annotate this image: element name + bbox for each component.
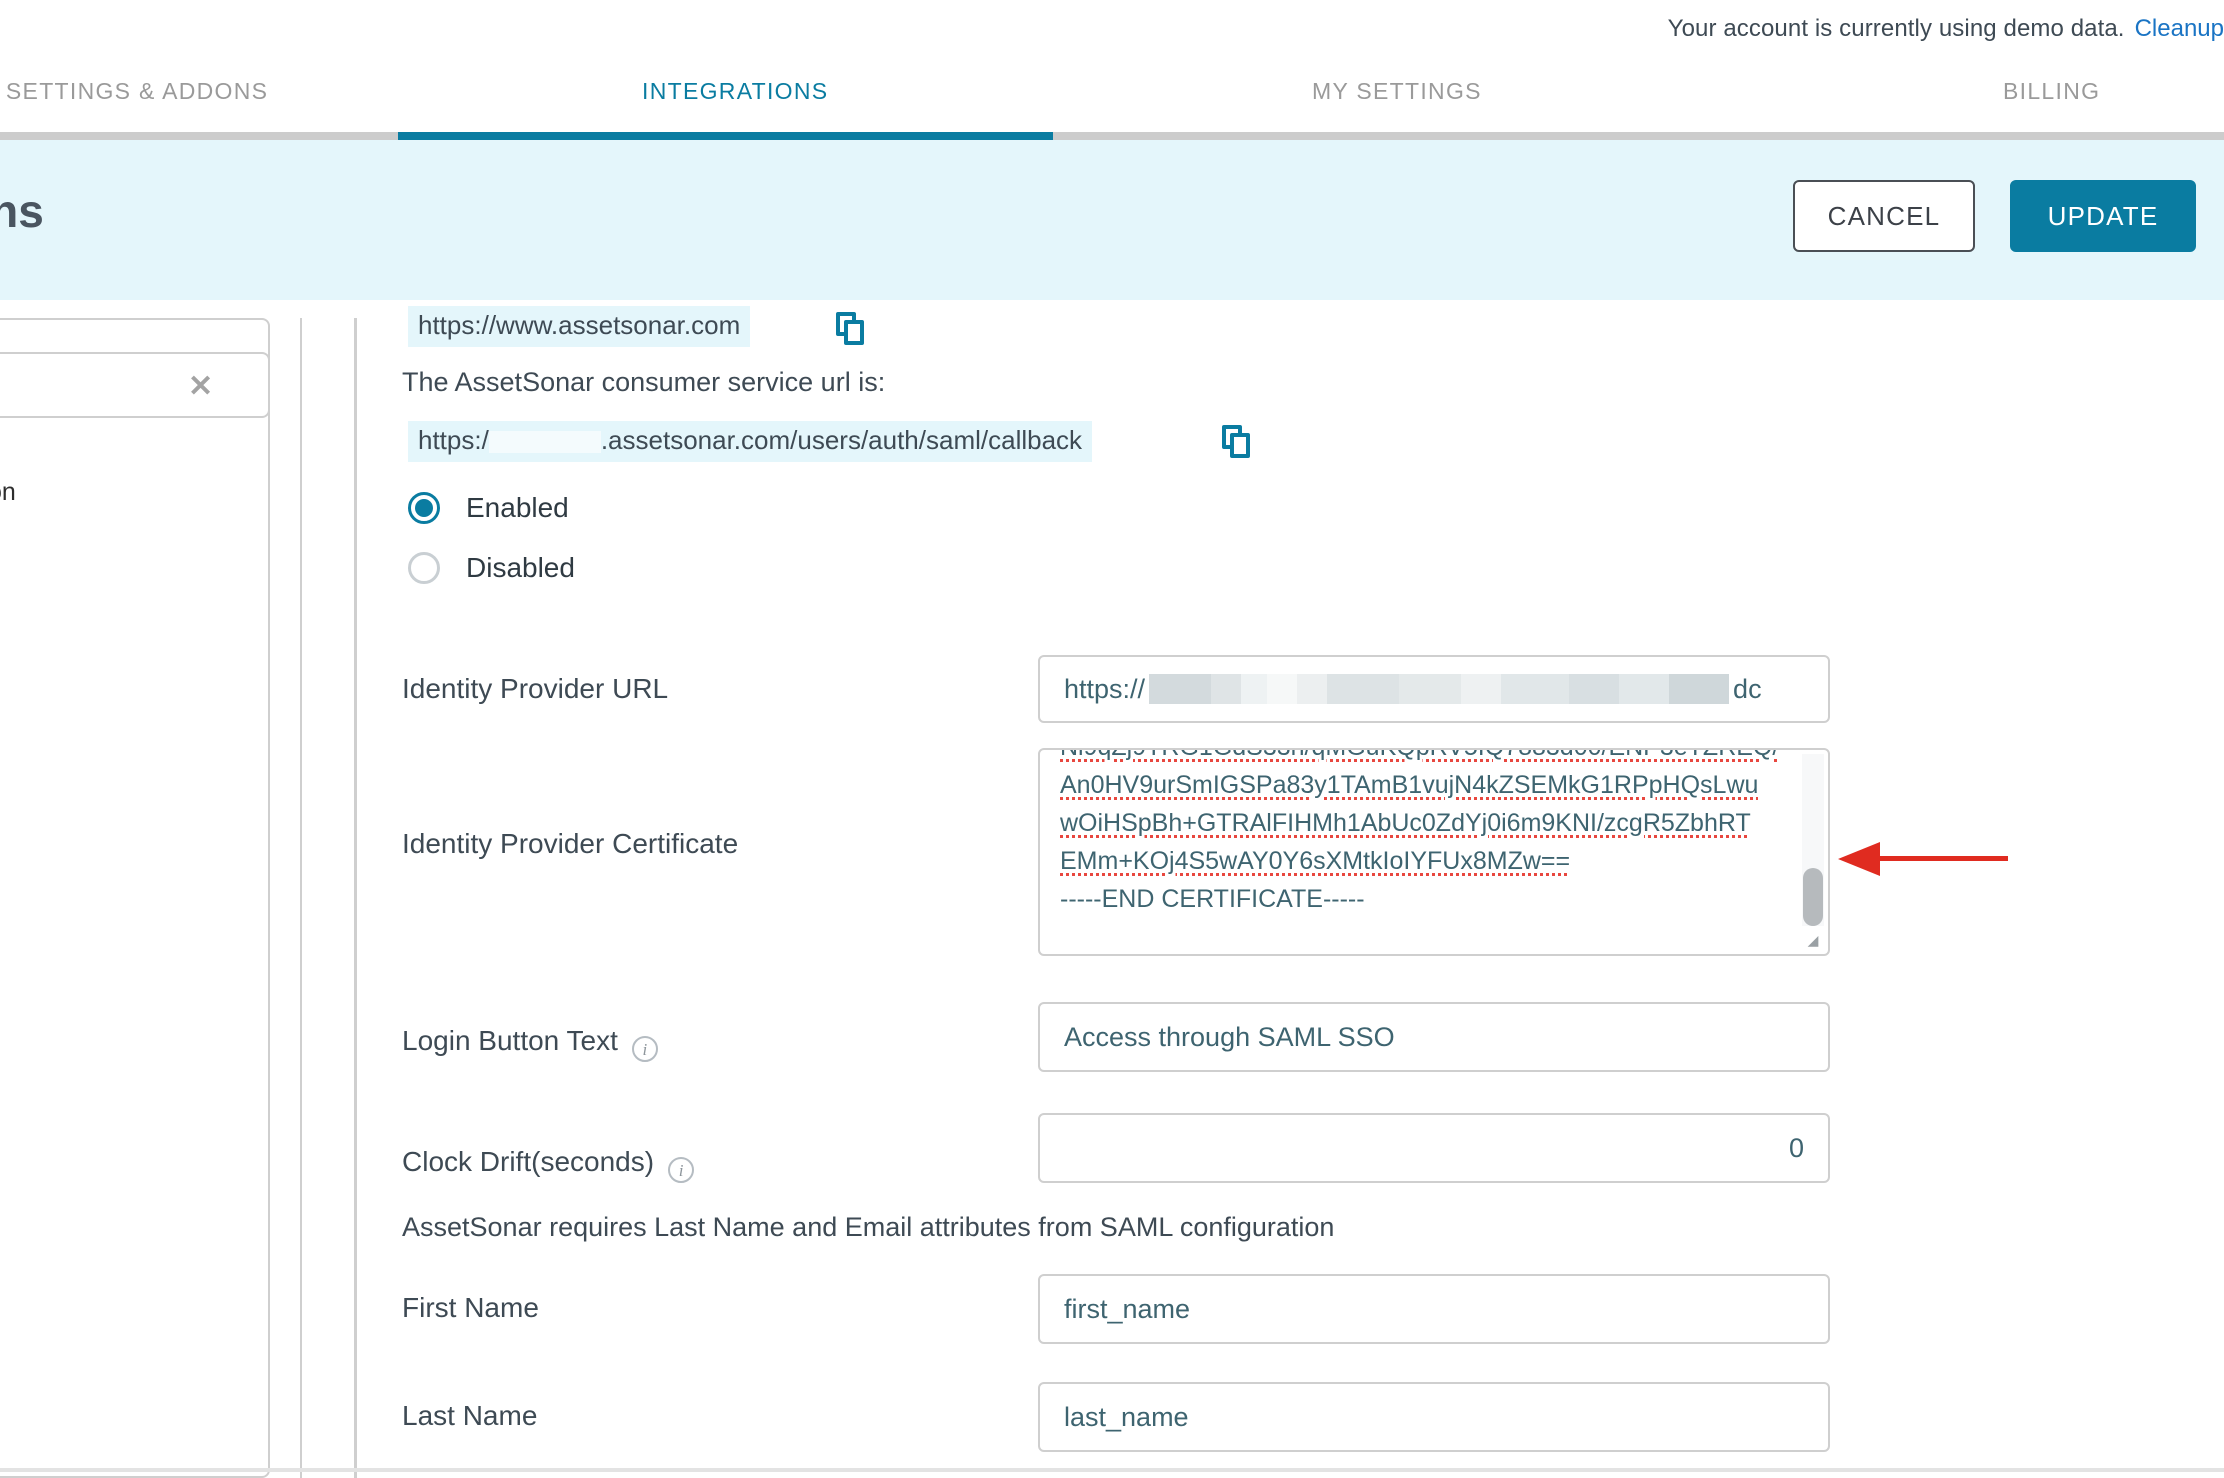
idp-url-prefix: https://	[1064, 673, 1146, 704]
clock-drift-value: 0	[1788, 1132, 1804, 1163]
saml-configuration-form: https://www.assetsonar.com The AssetSona…	[0, 0, 2224, 1472]
info-icon[interactable]: i	[668, 1157, 695, 1183]
copy-icon[interactable]	[1222, 425, 1252, 459]
copy-icon[interactable]	[836, 312, 866, 346]
consumer-url-suffix: .assetsonar.com/users/auth/saml/callback	[600, 425, 1083, 455]
certificate-line: EMm+KOj4S5wAY0Y6sXMtkIoIYFUx8MZw==	[1060, 847, 1571, 875]
consumer-url-prefix: https:/	[418, 425, 489, 455]
consumer-service-url-label: The AssetSonar consumer service url is:	[402, 367, 886, 397]
radio-enabled-label: Enabled	[466, 492, 569, 523]
certificate-line: An0HV9urSmIGSPa83y1TAmB1vujN4kZSEMkG1RPp…	[1060, 771, 1759, 799]
certificate-scrollbar-thumb[interactable]	[1803, 868, 1823, 926]
last-name-value: last_name	[1064, 1401, 1189, 1432]
certificate-line: wOiHSpBh+GTRAlFIHMh1AbUc0ZdYj0i6m9KNI/zc…	[1060, 809, 1751, 837]
radio-disabled-control[interactable]	[408, 552, 440, 584]
radio-enabled-control[interactable]	[408, 492, 440, 524]
radio-disabled-label: Disabled	[466, 552, 575, 583]
certificate-line: -----END CERTIFICATE-----	[1060, 885, 1365, 913]
identity-provider-certificate-textarea[interactable]: Ni9qZj9TRG1GdS33h/qMGuKQpRV5IQ7883d00/EN…	[1038, 748, 1830, 956]
saml-attributes-note: AssetSonar requires Last Name and Email …	[402, 1212, 1335, 1242]
info-icon[interactable]: i	[631, 1036, 658, 1062]
certificate-text-content: Ni9qZj9TRG1GdS33h/qMGuKQpRV5IQ7883d00/EN…	[1060, 750, 1800, 918]
metadata-url-value: https://www.assetsonar.com	[408, 306, 751, 347]
radio-option-enabled[interactable]: Enabled	[408, 492, 569, 524]
last-name-label: Last Name	[402, 1400, 538, 1431]
clock-drift-label-text: Clock Drift(seconds)	[402, 1146, 655, 1177]
first-name-value: first_name	[1064, 1293, 1191, 1324]
radio-option-disabled[interactable]: Disabled	[408, 552, 575, 584]
last-name-input[interactable]: last_name	[1038, 1382, 1830, 1452]
clock-drift-input[interactable]: 0	[1038, 1113, 1830, 1183]
first-name-label: First Name	[402, 1292, 539, 1323]
textarea-resize-handle[interactable]	[1800, 926, 1826, 952]
login-button-text-label-text: Login Button Text	[402, 1025, 618, 1056]
page-bottom-rule	[0, 1468, 2224, 1472]
login-button-text-label: Login Button Text i	[402, 1020, 658, 1062]
clock-drift-label: Clock Drift(seconds) i	[402, 1141, 695, 1183]
certificate-line: Ni9qZj9TRG1GdS33h/qMGuKQpRV5IQ7883d00/EN…	[1060, 750, 1800, 766]
login-button-text-input[interactable]: Access through SAML SSO	[1038, 1002, 1830, 1072]
idp-url-suffix: dc	[1733, 673, 1762, 704]
annotation-arrow-icon	[1838, 842, 2008, 876]
identity-provider-certificate-label: Identity Provider Certificate	[402, 828, 739, 859]
first-name-input[interactable]: first_name	[1038, 1274, 1830, 1344]
identity-provider-url-label: Identity Provider URL	[402, 673, 669, 704]
identity-provider-url-input[interactable]: https:// dc	[1038, 655, 1830, 723]
idp-url-redacted-host	[1149, 674, 1730, 704]
login-button-text-value: Access through SAML SSO	[1064, 1021, 1395, 1052]
consumer-service-url-value: https:/ .assetsonar.com/users/auth/saml/c…	[408, 421, 1093, 462]
consumer-url-redacted-subdomain	[488, 431, 601, 454]
